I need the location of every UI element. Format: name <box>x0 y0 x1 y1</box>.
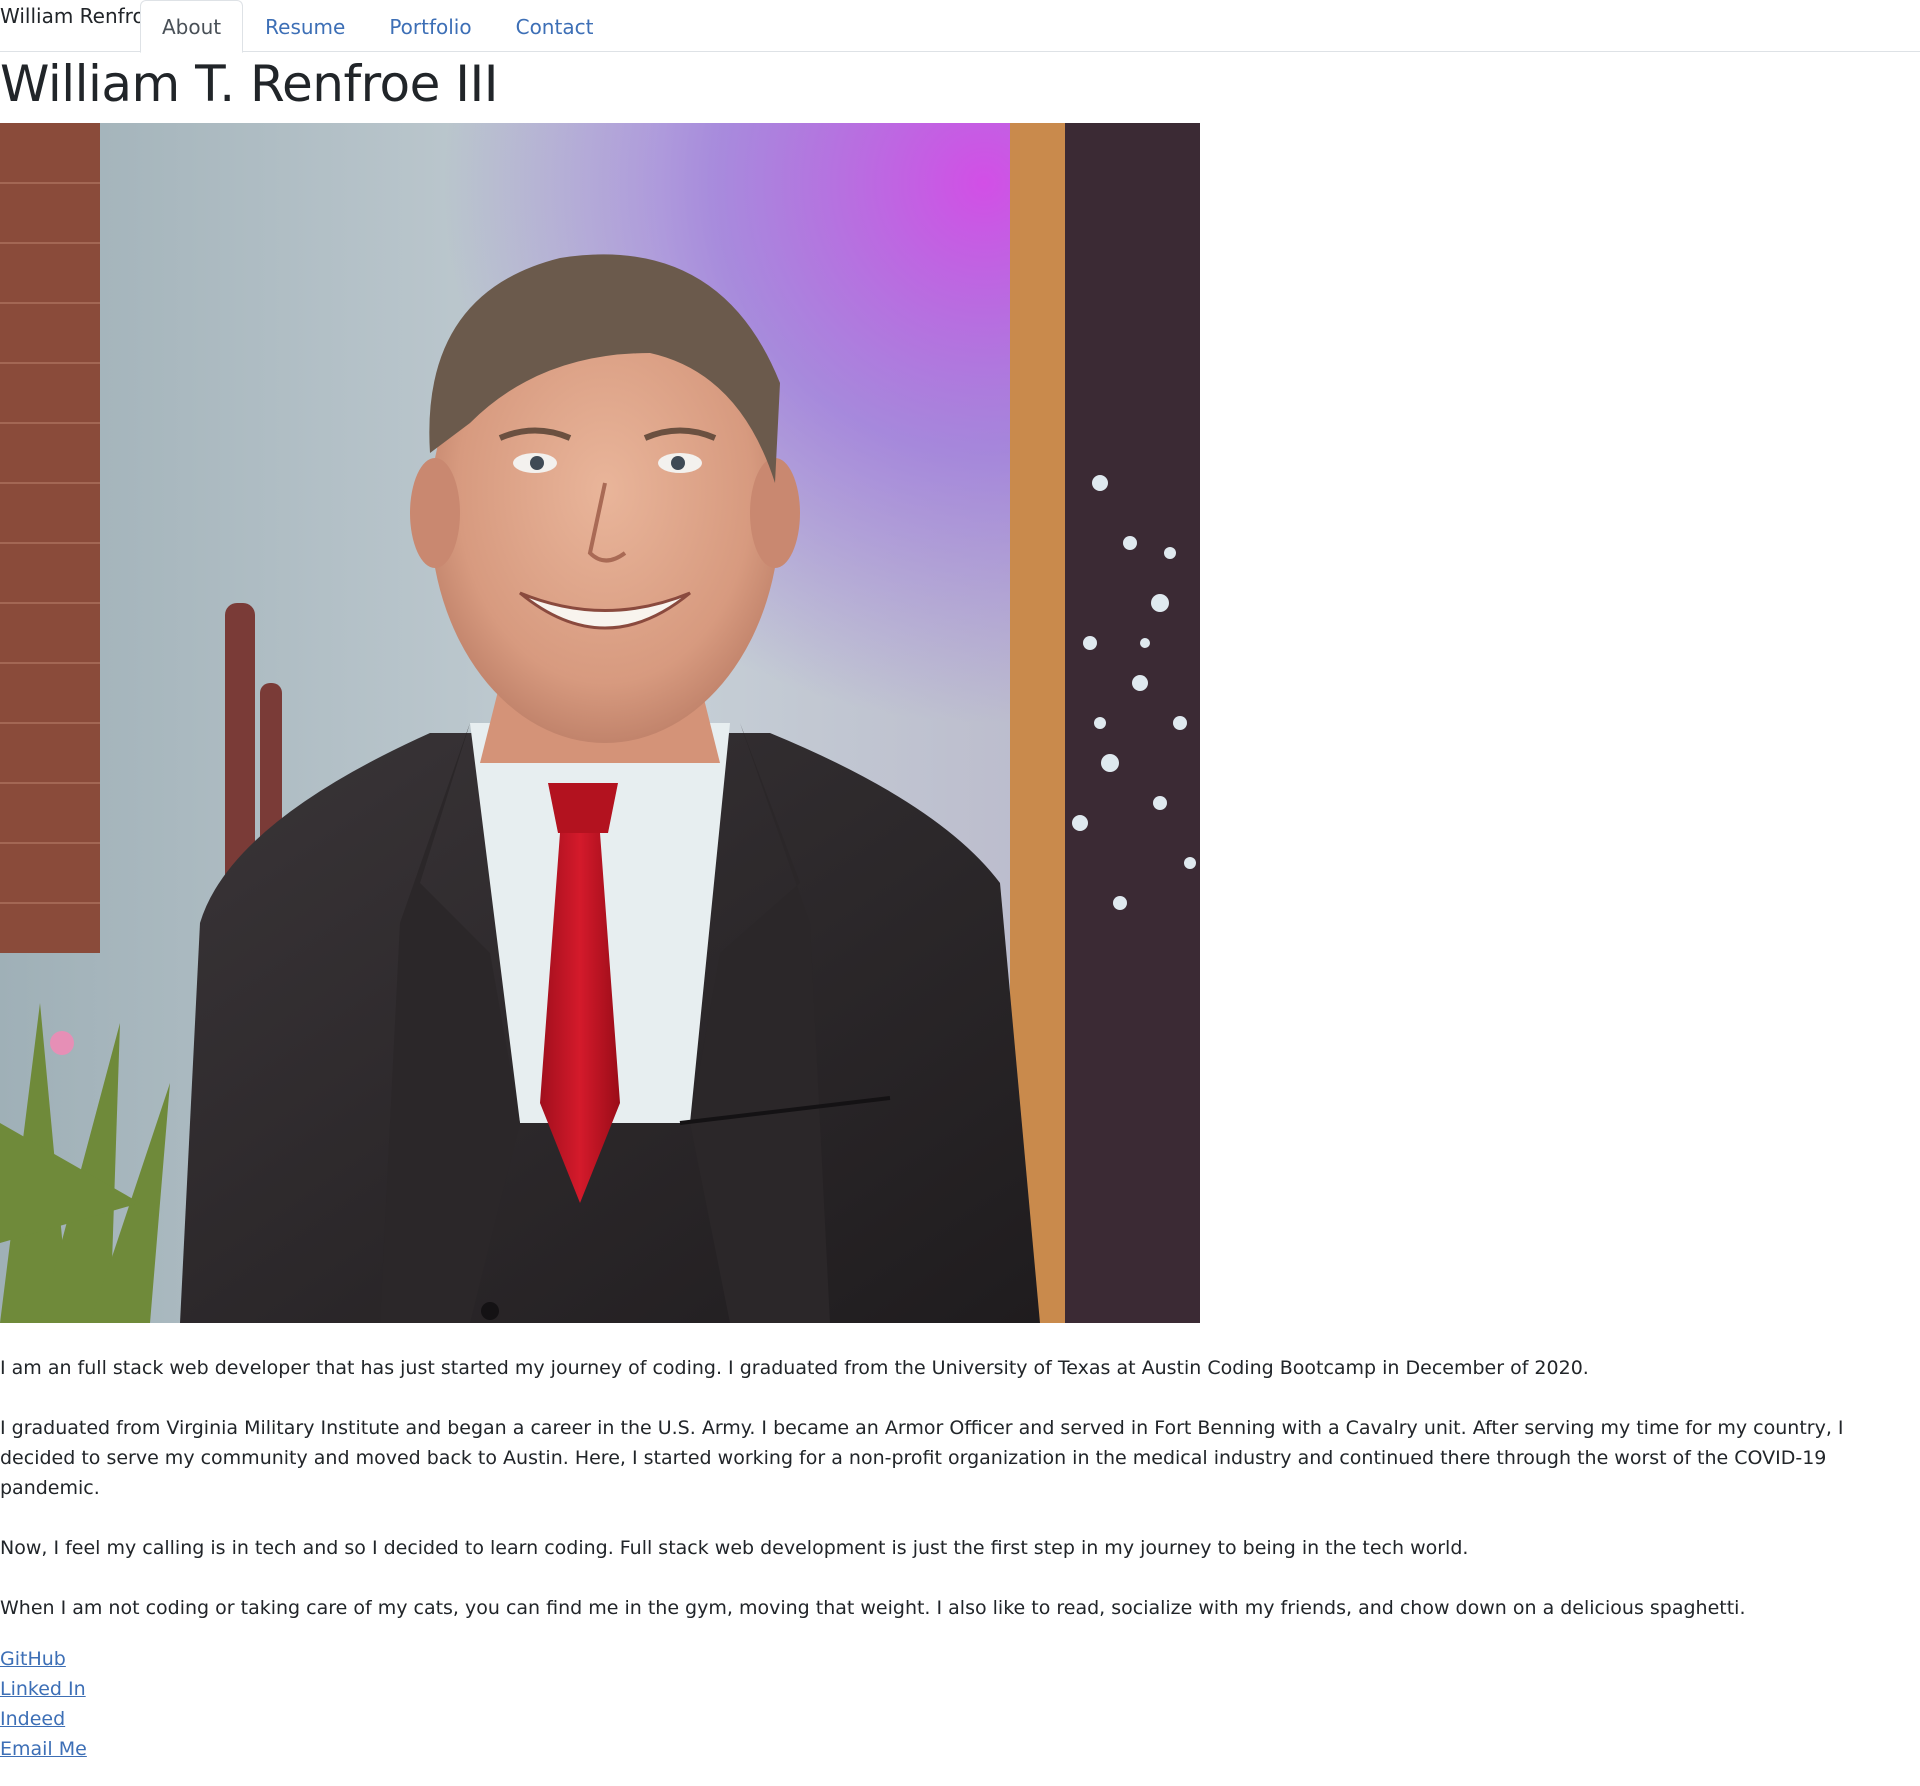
bio-paragraph: When I am not coding or taking care of m… <box>0 1597 1746 1619</box>
bio-paragraph: Now, I feel my calling is in tech and so… <box>0 1537 1469 1559</box>
tab-resume[interactable]: Resume <box>243 0 367 52</box>
navbar: William Renfroe About Resume Portfolio C… <box>0 0 1920 53</box>
bio-section: I am an full stack web developer that ha… <box>0 1353 1915 1653</box>
bio-paragraph: I graduated from Virginia Military Insti… <box>0 1417 1844 1499</box>
email-link[interactable]: Email Me <box>0 1734 87 1764</box>
linkedin-link[interactable]: Linked In <box>0 1674 87 1704</box>
bio-paragraph: I am an full stack web developer that ha… <box>0 1357 1589 1379</box>
github-link[interactable]: GitHub <box>0 1644 87 1674</box>
tab-portfolio[interactable]: Portfolio <box>367 0 493 52</box>
indeed-link[interactable]: Indeed <box>0 1704 87 1734</box>
profile-photo <box>0 123 1200 1323</box>
nav-tabs: About Resume Portfolio Contact <box>140 0 616 53</box>
tab-about[interactable]: About <box>140 0 244 53</box>
tab-contact[interactable]: Contact <box>494 0 616 52</box>
brand-name: William Renfroe <box>0 4 158 28</box>
page-title: William T. Renfroe III <box>0 55 499 113</box>
social-links: GitHub Linked In Indeed Email Me <box>0 1644 87 1764</box>
